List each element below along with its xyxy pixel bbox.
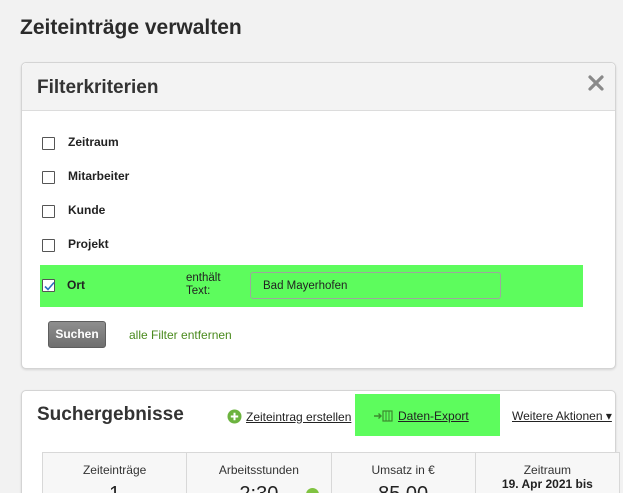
zeitraum-checkbox[interactable] — [42, 136, 55, 150]
ort-text-input[interactable] — [250, 272, 501, 299]
stat-entries: Zeiteinträge 1 — [43, 453, 188, 493]
ort-operator: enthält Text: — [186, 272, 221, 297]
stat-value: 1 — [43, 483, 186, 493]
stat-label: Zeiteinträge — [82, 463, 147, 477]
more-actions-dropdown[interactable]: Weitere Aktionen ▾ — [512, 409, 612, 423]
filter-item-label: Kunde — [68, 203, 106, 217]
filter-item-label: Mitarbeiter — [68, 169, 130, 183]
stat-value: 19. Apr 2021 bis — [501, 477, 593, 491]
filter-item-kunde[interactable]: Kunde — [42, 201, 105, 221]
close-icon[interactable] — [587, 74, 605, 92]
kunde-checkbox[interactable] — [42, 204, 55, 218]
stat-label: Zeitraum — [523, 463, 572, 477]
page-title: Zeiteinträge verwalten — [20, 16, 242, 39]
clear-filters-link[interactable]: alle Filter entfernen — [129, 328, 232, 342]
mitarbeiter-checkbox[interactable] — [42, 170, 55, 184]
filter-panel: Filterkriterien Zeitraum Mitarbeiter Kun… — [21, 62, 616, 369]
checkmark-icon — [44, 281, 55, 291]
filter-item-zeitraum[interactable]: Zeitraum — [42, 133, 119, 153]
stat-period: Zeitraum 19. Apr 2021 bis — [475, 453, 620, 493]
plus-circle-icon — [227, 409, 242, 424]
stats-row: Zeiteinträge 1 Arbeitsstunden 2:30 Umsat… — [42, 452, 620, 493]
filter-panel-header: Filterkriterien — [22, 63, 615, 111]
projekt-checkbox[interactable] — [42, 238, 55, 252]
data-export-link[interactable]: Daten-Export — [373, 409, 469, 423]
stat-hours: Arbeitsstunden 2:30 — [187, 453, 332, 493]
status-dot-icon — [305, 488, 319, 493]
stat-value: 85,00 — [332, 483, 475, 493]
filter-item-label: Zeitraum — [68, 135, 119, 149]
filter-panel-title: Filterkriterien — [37, 77, 159, 98]
filter-item-projekt[interactable]: Projekt — [42, 235, 109, 255]
filter-item-mitarbeiter[interactable]: Mitarbeiter — [42, 167, 129, 187]
create-entry-link[interactable]: Zeiteintrag erstellen — [227, 409, 351, 424]
data-export-label: Daten-Export — [398, 409, 469, 423]
stat-revenue: Umsatz in € 85,00 — [331, 453, 476, 493]
results-title: Suchergebnisse — [37, 404, 184, 425]
results-panel: Suchergebnisse Zeiteintrag erstellen Dat… — [21, 390, 620, 493]
ort-checkbox[interactable] — [42, 279, 55, 292]
results-header: Suchergebnisse Zeiteintrag erstellen Dat… — [22, 391, 615, 441]
filter-item-label: Projekt — [68, 237, 109, 251]
stat-label: Umsatz in € — [371, 463, 435, 477]
filter-item-ort: Ort enthält Text: — [40, 265, 583, 307]
export-icon — [374, 410, 393, 422]
create-entry-label: Zeiteintrag erstellen — [246, 409, 352, 424]
ort-label: Ort — [67, 278, 85, 292]
stat-label: Arbeitsstunden — [218, 463, 299, 477]
search-button[interactable]: Suchen — [48, 321, 106, 348]
